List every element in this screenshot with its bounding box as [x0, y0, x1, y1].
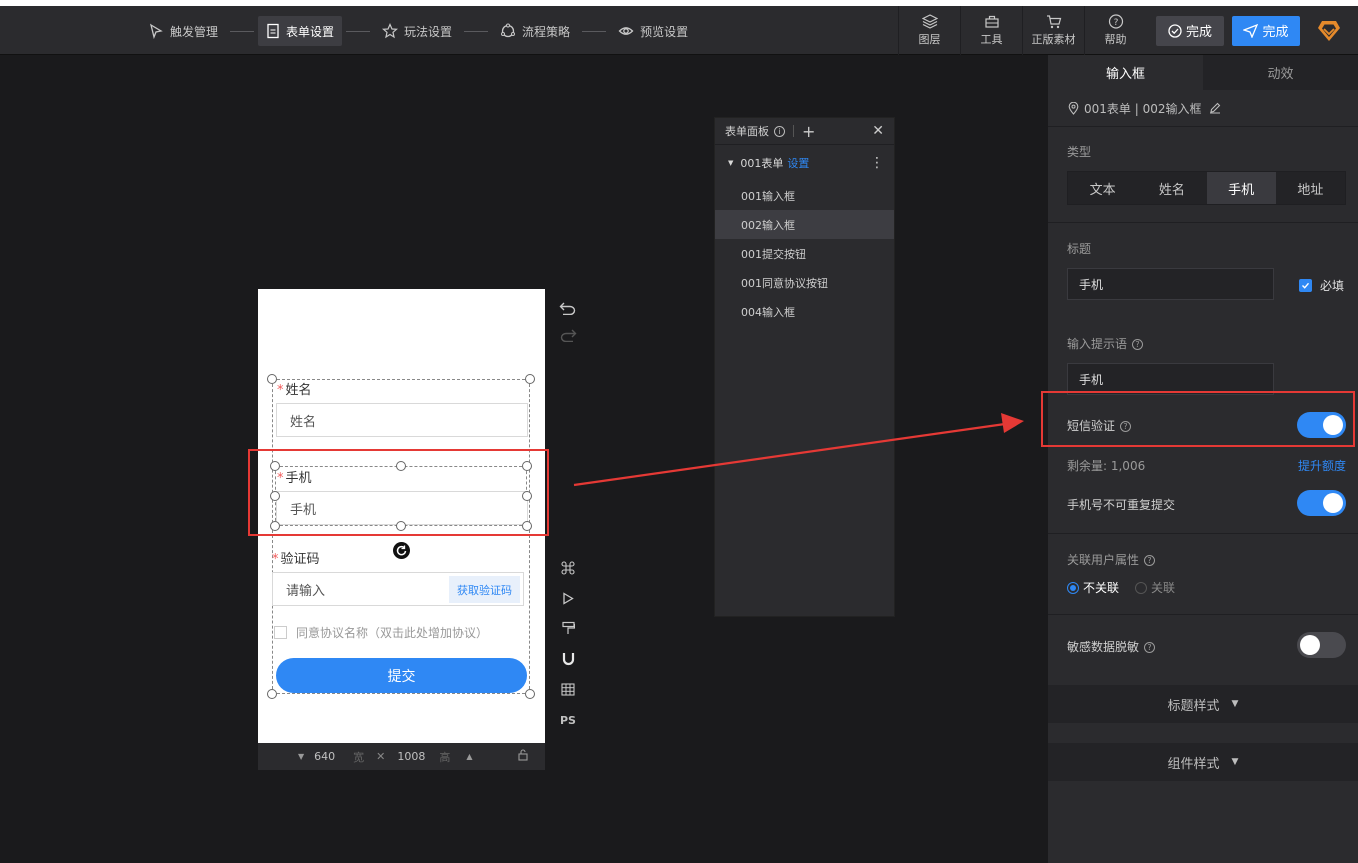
caret-down-icon: ▼ — [1231, 699, 1239, 709]
tab-input[interactable]: 输入框 — [1048, 55, 1203, 90]
location-pin-icon — [1068, 101, 1079, 115]
help-icon[interactable]: ? — [1144, 555, 1156, 566]
help-icon[interactable]: ? — [1144, 642, 1156, 653]
type-label: 类型 — [1067, 145, 1092, 159]
radio-label-on[interactable]: 关联 — [1151, 579, 1175, 596]
component-style-section[interactable]: 组件样式 ▼ — [1048, 743, 1358, 781]
hint-label-text: 输入提示语 — [1067, 337, 1128, 351]
component-style-label: 组件样式 — [1167, 756, 1220, 772]
title-style-label: 标题样式 — [1167, 698, 1220, 714]
radio-unselected[interactable] — [1135, 581, 1148, 594]
type-option-address[interactable]: 地址 — [1276, 172, 1345, 204]
caret-down-icon: ▼ — [1231, 757, 1239, 767]
title-style-section[interactable]: 标题样式 ▼ — [1048, 685, 1358, 723]
type-option-name[interactable]: 姓名 — [1137, 172, 1206, 204]
edit-icon[interactable] — [1209, 102, 1221, 114]
mask-label-text: 敏感数据脱敏 — [1067, 640, 1140, 654]
relate-label-text: 关联用户属性 — [1067, 553, 1140, 567]
title-input[interactable]: 手机 — [1067, 268, 1274, 300]
toggle-knob — [1300, 635, 1320, 655]
relate-radio-group: 不关联 关联 — [1067, 579, 1175, 596]
required-label: 必填 — [1320, 279, 1345, 293]
property-panel: 输入框 动效 001表单 | 002输入框 类型 文本 姓名 手机 地址 标题 … — [1048, 55, 1358, 863]
required-checkbox[interactable]: 必填 — [1299, 277, 1344, 294]
title-label: 标题 — [1067, 242, 1092, 256]
checkbox-checked-icon[interactable] — [1299, 279, 1312, 292]
type-option-phone[interactable]: 手机 — [1206, 172, 1276, 204]
property-tabs: 输入框 动效 — [1048, 55, 1358, 90]
tab-animation[interactable]: 动效 — [1203, 55, 1358, 90]
relate-label: 关联用户属性? — [1067, 551, 1156, 568]
type-option-text[interactable]: 文本 — [1068, 172, 1137, 204]
divider — [1048, 222, 1358, 223]
help-icon[interactable]: ? — [1132, 339, 1144, 350]
radio-label-off[interactable]: 不关联 — [1083, 579, 1119, 596]
hint-label: 输入提示语? — [1067, 335, 1144, 352]
upgrade-quota-link[interactable]: 提升额度 — [1298, 457, 1346, 474]
mask-toggle[interactable] — [1297, 632, 1346, 658]
highlight-box-panel — [1041, 391, 1355, 447]
divider — [1048, 533, 1358, 534]
remaining-quota: 剩余量: 1,006 — [1067, 459, 1146, 473]
mask-label: 敏感数据脱敏? — [1067, 638, 1156, 655]
toggle-knob — [1323, 493, 1343, 513]
radio-selected[interactable] — [1067, 581, 1079, 594]
divider — [1048, 614, 1358, 615]
no-repeat-label: 手机号不可重复提交 — [1067, 498, 1176, 512]
breadcrumb-text: 001表单 | 002输入框 — [1084, 101, 1202, 116]
type-segmented-control: 文本 姓名 手机 地址 — [1067, 171, 1346, 205]
breadcrumb: 001表单 | 002输入框 — [1048, 90, 1358, 127]
no-repeat-toggle[interactable] — [1297, 490, 1346, 516]
